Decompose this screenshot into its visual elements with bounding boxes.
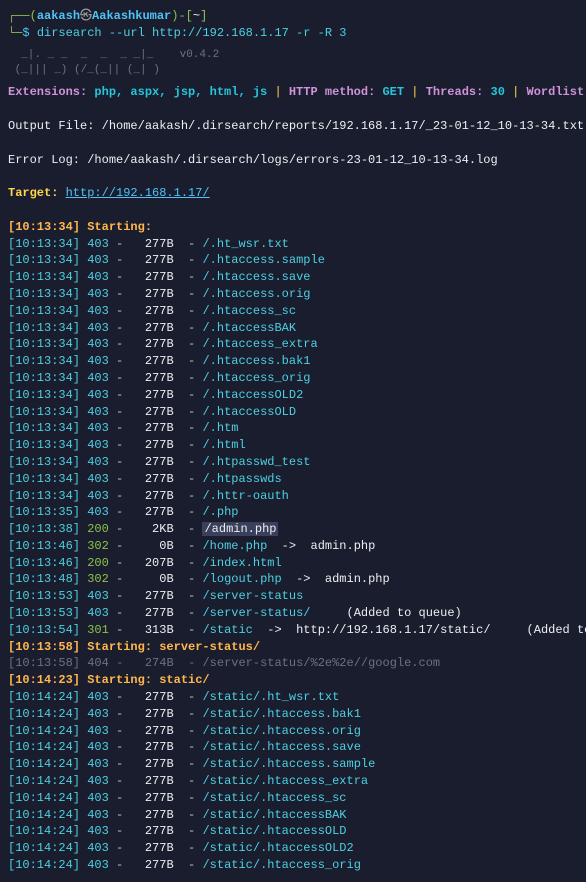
result-row: [10:14:24] 403 - 277B - /static/.htacces… [8, 840, 578, 857]
result-row: [10:14:24] 403 - 277B - /static/.htacces… [8, 706, 578, 723]
result-row: [10:14:24] 403 - 277B - /static/.htacces… [8, 773, 578, 790]
starting-line-3: [10:14:23] Starting: static/ [8, 672, 578, 689]
result-row: [10:13:34] 403 - 277B - /.htpasswds [8, 471, 578, 488]
result-row: [10:13:34] 403 - 277B - /.htaccess.save [8, 269, 578, 286]
result-row: [10:13:34] 403 - 277B - /.ht_wsr.txt [8, 236, 578, 253]
result-row: [10:14:24] 403 - 277B - /static/.htacces… [8, 739, 578, 756]
result-home: [10:13:46] 302 - 0B - /home.php -> admin… [8, 538, 578, 555]
result-admin: [10:13:38] 200 - 2KB - /admin.php [8, 521, 578, 538]
result-row: [10:13:34] 403 - 277B - /.htaccessOLD2 [8, 387, 578, 404]
output-file: Output File: /home/aakash/.dirsearch/rep… [8, 118, 578, 135]
starting-line-2: [10:13:58] Starting: server-status/ [8, 639, 578, 656]
result-row: [10:13:34] 403 - 277B - /.html [8, 437, 578, 454]
result-row: [10:13:34] 403 - 277B - /.htpasswd_test [8, 454, 578, 471]
result-row: [10:14:24] 403 - 277B - /static/.htacces… [8, 723, 578, 740]
result-server-status: [10:13:53] 403 - 277B - /server-status [8, 588, 578, 605]
starting-line-1: [10:13:34] Starting: [8, 219, 578, 236]
result-logout: [10:13:48] 302 - 0B - /logout.php -> adm… [8, 571, 578, 588]
result-row: [10:14:24] 403 - 277B - /static/.htacces… [8, 823, 578, 840]
target-line: Target: http://192.168.1.17/ [8, 185, 578, 202]
result-google: [10:13:58] 404 - 274B - /server-status/%… [8, 655, 578, 672]
target-url[interactable]: http://192.168.1.17/ [66, 186, 210, 200]
result-rows-1: [10:13:34] 403 - 277B - /.ht_wsr.txt[10:… [8, 236, 578, 522]
prompt-line-1: ┌──(aakash㉿Aakashkumar)-[~] [8, 8, 578, 25]
result-rows-2: [10:14:24] 403 - 277B - /static/.ht_wsr.… [8, 689, 578, 874]
result-row: [10:14:24] 403 - 277B - /static/.htacces… [8, 790, 578, 807]
result-static: [10:13:54] 301 - 313B - /static -> http:… [8, 622, 578, 639]
result-row: [10:14:24] 403 - 277B - /static/.htacces… [8, 756, 578, 773]
dirsearch-logo: _|. _ _ _ _ _ _|_ v0.4.2 (_||| _) (/_(_|… [8, 48, 578, 79]
terminal-output: ┌──(aakash㉿Aakashkumar)-[~] └─$ dirsearc… [8, 8, 578, 874]
result-index: [10:13:46] 200 - 207B - /index.html [8, 555, 578, 572]
result-row: [10:14:24] 403 - 277B - /static/.htacces… [8, 857, 578, 874]
result-row: [10:13:35] 403 - 277B - /.php [8, 504, 578, 521]
result-row: [10:13:34] 403 - 277B - /.httr-oauth [8, 488, 578, 505]
result-row: [10:13:34] 403 - 277B - /.htaccess.sampl… [8, 252, 578, 269]
result-row: [10:14:24] 403 - 277B - /static/.htacces… [8, 807, 578, 824]
result-row: [10:13:34] 403 - 277B - /.htaccess_extra [8, 336, 578, 353]
command-text: dirsearch --url http://192.168.1.17 -r -… [37, 26, 347, 40]
result-row: [10:13:34] 403 - 277B - /.htaccess.orig [8, 286, 578, 303]
error-log: Error Log: /home/aakash/.dirsearch/logs/… [8, 152, 578, 169]
prompt-line-2: └─$ dirsearch --url http://192.168.1.17 … [8, 25, 578, 42]
result-row: [10:13:34] 403 - 277B - /.htaccess_sc [8, 303, 578, 320]
result-row: [10:13:34] 403 - 277B - /.htaccess_orig [8, 370, 578, 387]
result-row: [10:13:34] 403 - 277B - /.htaccess.bak1 [8, 353, 578, 370]
result-row: [10:13:34] 403 - 277B - /.htaccessOLD [8, 404, 578, 421]
result-server-status-slash: [10:13:53] 403 - 277B - /server-status/ … [8, 605, 578, 622]
result-row: [10:14:24] 403 - 277B - /static/.ht_wsr.… [8, 689, 578, 706]
result-row: [10:13:34] 403 - 277B - /.htaccessBAK [8, 320, 578, 337]
result-row: [10:13:34] 403 - 277B - /.htm [8, 420, 578, 437]
config-line: Extensions: php, aspx, jsp, html, js | H… [8, 84, 578, 101]
